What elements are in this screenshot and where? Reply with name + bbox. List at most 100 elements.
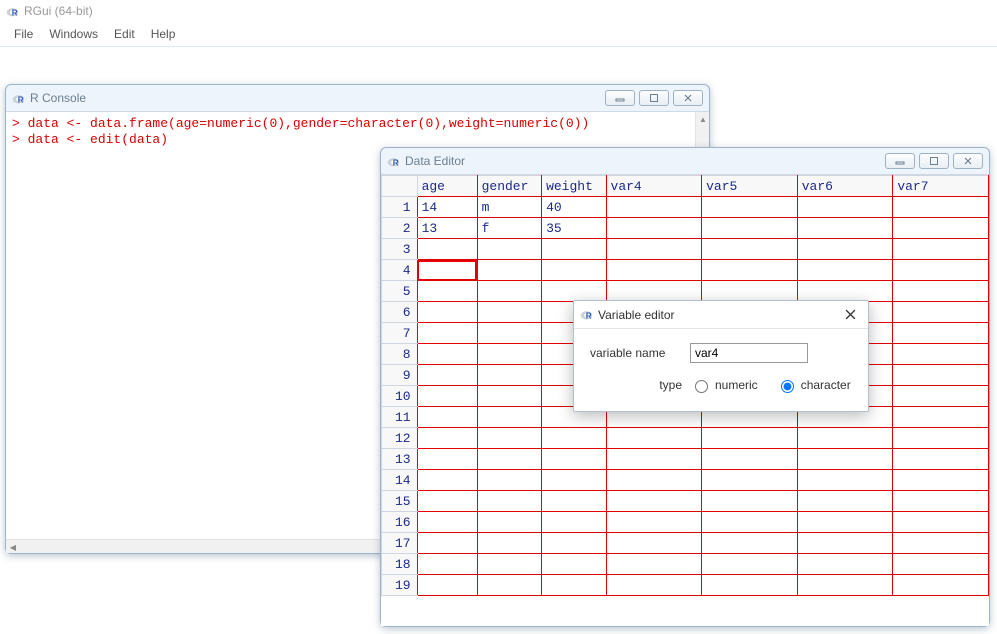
cell[interactable] xyxy=(606,470,702,491)
cell[interactable] xyxy=(893,386,989,407)
cell[interactable] xyxy=(477,533,541,554)
cell[interactable]: m xyxy=(477,197,541,218)
row-header[interactable]: 17 xyxy=(382,533,418,554)
cell[interactable] xyxy=(606,218,702,239)
menu-windows[interactable]: Windows xyxy=(41,25,106,43)
cell[interactable] xyxy=(893,344,989,365)
cell[interactable] xyxy=(893,449,989,470)
cell[interactable] xyxy=(893,323,989,344)
cell[interactable] xyxy=(477,302,541,323)
cell[interactable] xyxy=(417,449,477,470)
cell[interactable] xyxy=(542,260,606,281)
row-header[interactable]: 13 xyxy=(382,449,418,470)
column-header-var5[interactable]: var5 xyxy=(702,176,798,197)
cell[interactable]: 40 xyxy=(542,197,606,218)
data-editor-close-button[interactable] xyxy=(953,153,983,169)
cell[interactable] xyxy=(477,428,541,449)
cell[interactable] xyxy=(417,239,477,260)
cell[interactable] xyxy=(477,323,541,344)
type-character-radio[interactable]: character xyxy=(776,377,851,393)
row-header[interactable]: 6 xyxy=(382,302,418,323)
column-header-var6[interactable]: var6 xyxy=(797,176,893,197)
cell[interactable] xyxy=(797,554,893,575)
row-header[interactable]: 5 xyxy=(382,281,418,302)
cell[interactable] xyxy=(542,449,606,470)
cell[interactable] xyxy=(702,512,798,533)
cell[interactable] xyxy=(797,218,893,239)
cell[interactable] xyxy=(477,386,541,407)
cell[interactable]: 14 xyxy=(417,197,477,218)
row-header[interactable]: 19 xyxy=(382,575,418,596)
cell[interactable] xyxy=(893,281,989,302)
cell[interactable] xyxy=(797,512,893,533)
menu-file[interactable]: File xyxy=(6,25,41,43)
variable-editor-close-button[interactable] xyxy=(838,304,862,326)
cell[interactable] xyxy=(797,260,893,281)
cell[interactable] xyxy=(542,491,606,512)
cell[interactable] xyxy=(477,407,541,428)
cell[interactable] xyxy=(477,449,541,470)
cell[interactable] xyxy=(702,554,798,575)
row-header[interactable]: 16 xyxy=(382,512,418,533)
cell[interactable] xyxy=(893,470,989,491)
cell[interactable] xyxy=(542,512,606,533)
cell[interactable] xyxy=(702,239,798,260)
scroll-left-icon[interactable]: ◀ xyxy=(6,540,20,553)
cell[interactable] xyxy=(893,365,989,386)
variable-name-input[interactable] xyxy=(690,343,808,363)
cell[interactable] xyxy=(542,554,606,575)
cell[interactable] xyxy=(417,260,477,281)
cell[interactable] xyxy=(417,575,477,596)
cell[interactable] xyxy=(893,554,989,575)
cell[interactable] xyxy=(702,428,798,449)
row-header[interactable]: 11 xyxy=(382,407,418,428)
cell[interactable] xyxy=(477,239,541,260)
cell[interactable] xyxy=(606,512,702,533)
cell[interactable] xyxy=(477,554,541,575)
cell[interactable] xyxy=(417,386,477,407)
row-header[interactable]: 18 xyxy=(382,554,418,575)
console-close-button[interactable] xyxy=(673,90,703,106)
cell[interactable] xyxy=(606,575,702,596)
row-header[interactable]: 4 xyxy=(382,260,418,281)
column-header-var4[interactable]: var4 xyxy=(606,176,702,197)
cell[interactable] xyxy=(606,260,702,281)
cell[interactable] xyxy=(797,470,893,491)
cell[interactable] xyxy=(606,239,702,260)
cell[interactable] xyxy=(797,239,893,260)
cell[interactable] xyxy=(417,533,477,554)
column-header-var7[interactable]: var7 xyxy=(893,176,989,197)
row-header[interactable]: 3 xyxy=(382,239,418,260)
cell[interactable] xyxy=(893,197,989,218)
cell[interactable] xyxy=(542,533,606,554)
cell[interactable] xyxy=(417,365,477,386)
cell[interactable] xyxy=(893,239,989,260)
cell[interactable] xyxy=(417,323,477,344)
console-maximize-button[interactable] xyxy=(639,90,669,106)
cell[interactable] xyxy=(606,428,702,449)
row-header[interactable]: 14 xyxy=(382,470,418,491)
cell[interactable] xyxy=(893,428,989,449)
cell[interactable] xyxy=(797,575,893,596)
type-numeric-radio[interactable]: numeric xyxy=(690,377,758,393)
cell[interactable] xyxy=(417,491,477,512)
cell[interactable] xyxy=(477,281,541,302)
cell[interactable] xyxy=(606,533,702,554)
cell[interactable] xyxy=(702,260,798,281)
cell[interactable] xyxy=(477,470,541,491)
cell[interactable] xyxy=(893,491,989,512)
row-header[interactable]: 7 xyxy=(382,323,418,344)
cell[interactable] xyxy=(797,491,893,512)
type-character-input[interactable] xyxy=(781,380,794,393)
cell[interactable] xyxy=(606,491,702,512)
cell[interactable] xyxy=(797,428,893,449)
column-header-age[interactable]: age xyxy=(417,176,477,197)
cell[interactable] xyxy=(606,554,702,575)
cell[interactable] xyxy=(417,470,477,491)
cell[interactable] xyxy=(417,512,477,533)
cell[interactable] xyxy=(477,512,541,533)
cell[interactable] xyxy=(417,428,477,449)
type-numeric-input[interactable] xyxy=(695,380,708,393)
cell[interactable] xyxy=(542,239,606,260)
cell[interactable] xyxy=(893,218,989,239)
